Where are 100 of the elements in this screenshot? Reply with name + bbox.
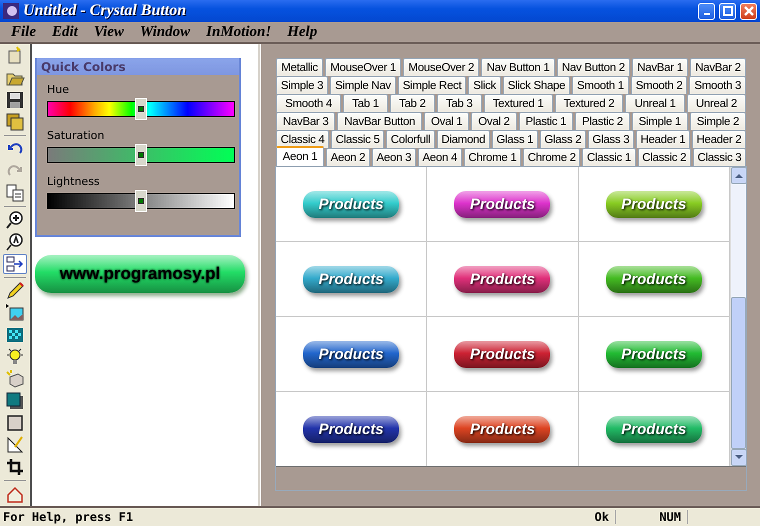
scroll-down-icon[interactable] [735, 455, 743, 460]
tab[interactable]: Unreal 2 [686, 94, 746, 112]
tab[interactable]: Smooth 3 [689, 76, 746, 94]
menu-item[interactable]: File [8, 24, 49, 40]
slider-label: Saturation [47, 129, 106, 142]
floppies-icon [5, 112, 25, 132]
pattern-icon [5, 325, 25, 345]
minimize-icon [704, 13, 710, 15]
close-button[interactable] [740, 2, 757, 20]
tab[interactable]: Tab 3 [436, 94, 482, 112]
maximize-button[interactable] [719, 2, 736, 20]
zoom-in-icon [5, 210, 25, 230]
menu-item[interactable]: View [90, 24, 137, 40]
sample-button[interactable]: Products [454, 266, 550, 292]
slider-label: Lightness [47, 175, 101, 188]
status-message: For Help, press F1 [2, 510, 134, 524]
tab[interactable]: Plastic 2 [575, 112, 630, 130]
slider-thumb[interactable] [135, 98, 147, 120]
tab[interactable]: Unreal 1 [625, 94, 685, 112]
tab[interactable]: Classic 2 [638, 148, 691, 166]
app-icon [3, 3, 19, 19]
tab[interactable]: Chrome 1 [464, 148, 522, 166]
tab[interactable]: Header 1 [636, 130, 690, 148]
tab[interactable]: Textured 2 [554, 94, 624, 112]
tab[interactable]: MouseOver 2 [403, 58, 480, 76]
tab[interactable]: Simple Nav [330, 76, 396, 94]
tab[interactable]: NavBar 3 [276, 112, 336, 130]
slider-thumb[interactable] [135, 190, 147, 212]
tab[interactable]: Header 2 [692, 130, 746, 148]
scrollbar[interactable] [730, 167, 746, 466]
tab[interactable]: Oval 2 [471, 112, 517, 130]
tab[interactable]: Nav Button 2 [556, 58, 630, 76]
tab[interactable]: Smooth 1 [572, 76, 629, 94]
tab[interactable]: Smooth 4 [276, 94, 342, 112]
sample-button[interactable]: Products [303, 340, 400, 368]
flowchart-icon [5, 254, 25, 274]
menu-item[interactable]: InMotion! [203, 24, 284, 40]
menu-item[interactable]: Window [136, 24, 204, 40]
light-bulb-icon [5, 347, 25, 367]
tab[interactable]: Plastic 1 [518, 112, 574, 130]
tab[interactable]: Smooth 2 [630, 76, 688, 94]
flowchart-tool[interactable] [3, 254, 27, 274]
tab[interactable]: Colorfull [386, 130, 435, 148]
tab[interactable]: Chrome 2 [523, 148, 580, 166]
tab[interactable]: Textured 1 [484, 94, 553, 112]
tab[interactable]: Slick [468, 76, 501, 94]
rectangle-icon [5, 413, 25, 433]
box-icon [5, 369, 25, 389]
tab[interactable]: NavBar 1 [632, 58, 688, 76]
tab[interactable]: Simple Rect [398, 76, 466, 94]
panel-title: Quick Colors [37, 58, 239, 75]
status-indicator: NUM [616, 510, 688, 524]
tab[interactable]: Simple 2 [690, 112, 746, 130]
sample-button[interactable]: Products [454, 340, 550, 368]
lightness-slider[interactable] [47, 193, 235, 209]
tab[interactable]: Aeon 1 [276, 146, 324, 166]
tab[interactable]: MouseOver 1 [325, 58, 402, 76]
tab[interactable]: Tab 2 [390, 94, 435, 112]
magnifier-icon [5, 232, 25, 252]
tab[interactable]: NavBar Button [337, 112, 422, 130]
tab[interactable]: Aeon 2 [326, 148, 370, 166]
close-icon [744, 6, 754, 16]
menu-item[interactable]: Help [284, 24, 330, 40]
tab[interactable]: Diamond [436, 130, 490, 148]
sample-button[interactable]: Products [454, 190, 550, 218]
tab[interactable]: Simple 3 [276, 76, 328, 94]
tab[interactable]: Tab 1 [343, 94, 388, 112]
save-icon [5, 90, 25, 110]
sample-button[interactable]: Products [454, 416, 550, 442]
minimize-button[interactable] [698, 2, 715, 20]
sample-button[interactable]: Products [303, 416, 400, 442]
crop-icon [5, 457, 25, 477]
tab[interactable]: Classic 4 [276, 130, 330, 148]
slider-label: Hue [47, 83, 70, 96]
saturation-slider[interactable] [47, 147, 235, 163]
pencil-icon [5, 281, 25, 301]
tab[interactable]: Aeon 3 [372, 148, 416, 166]
tab[interactable]: Nav Button 1 [481, 58, 555, 76]
tab[interactable]: Classic 1 [582, 148, 636, 166]
tab[interactable]: Glass 2 [540, 130, 586, 148]
copy-icon [5, 183, 25, 203]
tab[interactable]: Oval 1 [424, 112, 470, 130]
tab[interactable]: Simple 1 [632, 112, 688, 130]
tab[interactable]: Glass 1 [492, 130, 538, 148]
maximize-icon [722, 6, 732, 16]
image-icon [5, 303, 25, 323]
hue-slider[interactable] [47, 101, 235, 117]
slider-thumb[interactable] [135, 144, 147, 166]
tab[interactable]: Metallic [276, 58, 324, 76]
scroll-up-icon[interactable] [735, 173, 743, 178]
shadow-square-icon [5, 391, 25, 411]
tab[interactable]: Aeon 4 [418, 148, 462, 166]
tab[interactable]: Slick Shape [502, 76, 570, 94]
tab[interactable]: Classic 3 [692, 148, 746, 166]
tab[interactable]: NavBar 2 [690, 58, 746, 76]
menu-item[interactable]: Edit [49, 24, 91, 40]
tab[interactable]: Classic 5 [331, 130, 384, 148]
tab[interactable]: Glass 3 [588, 130, 634, 148]
status-indicator: Ok [544, 510, 616, 524]
window-title: Untitled - Crystal Button [23, 2, 188, 20]
